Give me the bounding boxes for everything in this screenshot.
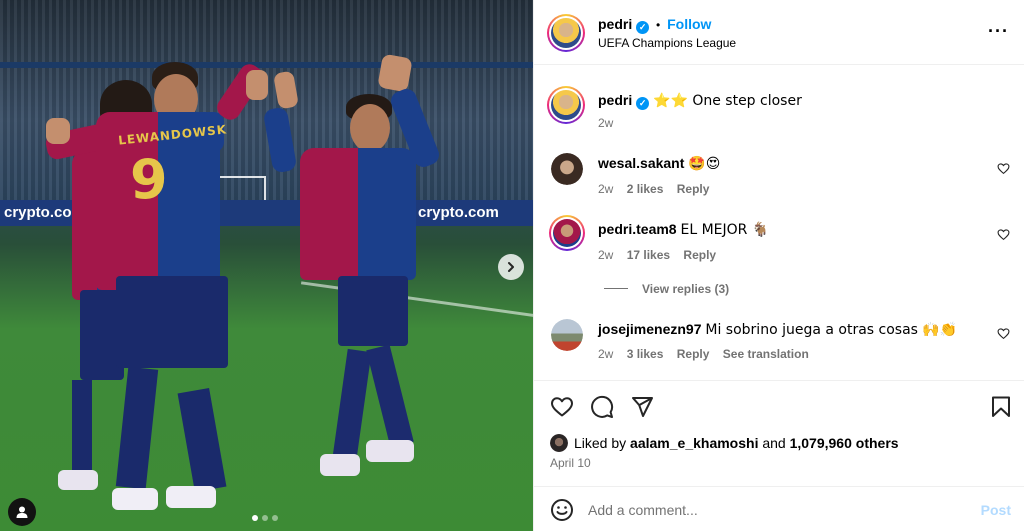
action-bar <box>534 380 1024 435</box>
verified-badge-icon: ✓ <box>636 97 650 110</box>
heart-icon[interactable] <box>550 395 574 419</box>
caption: pedri ✓ ⭐⭐ One step closer <box>598 92 802 110</box>
bookmark-icon[interactable] <box>990 395 1012 419</box>
comment-avatar[interactable] <box>549 215 585 251</box>
comment-avatar[interactable] <box>551 319 583 351</box>
comment-likes[interactable]: 2 likes <box>627 182 664 196</box>
likes-connector: and <box>762 435 786 451</box>
comment-input[interactable] <box>588 497 948 523</box>
comment-meta: 2w 2 likes Reply <box>598 182 709 196</box>
comment-avatar[interactable] <box>551 153 583 185</box>
comment-likes[interactable]: 3 likes <box>627 347 664 361</box>
comment-time: 2w <box>598 182 614 196</box>
replies-line <box>604 288 628 289</box>
comment: wesal.sakant 🤩😍 <box>598 155 720 172</box>
post-dialog: crypto.com crypto.com LEWANDOWSK 9 pedri… <box>0 0 1024 531</box>
chevron-right-icon <box>508 262 514 272</box>
comment-time: 2w <box>598 347 614 361</box>
carousel-dot <box>272 515 278 521</box>
carousel-dot <box>262 515 268 521</box>
author-avatar[interactable] <box>547 14 585 52</box>
follow-button[interactable]: Follow <box>667 16 711 32</box>
post-header: pedri ✓ • Follow UEFA Champions League ·… <box>534 0 1024 65</box>
caption-avatar[interactable] <box>547 86 585 124</box>
caption-text: ⭐⭐ One step closer <box>653 93 802 109</box>
comment-text: EL MEJOR 🐐 <box>680 222 770 238</box>
post-date: April 10 <box>550 456 591 470</box>
comment-like-icon[interactable] <box>997 327 1010 340</box>
likes-count[interactable]: 1,079,960 others <box>790 435 899 451</box>
emoji-icon[interactable] <box>550 498 574 522</box>
comment-meta: 2w 3 likes Reply See translation <box>598 347 809 361</box>
post-media[interactable]: crypto.com crypto.com LEWANDOWSK 9 <box>0 0 533 531</box>
send-icon[interactable] <box>630 395 654 419</box>
comment-like-icon[interactable] <box>997 228 1010 241</box>
comment-like-icon[interactable] <box>997 162 1010 175</box>
post-button[interactable]: Post <box>981 502 1011 518</box>
comment-username[interactable]: wesal.sakant <box>598 155 684 171</box>
likes-summary: Liked by aalam_e_khamoshi and 1,079,960 … <box>550 434 899 452</box>
comment-likes[interactable]: 17 likes <box>627 248 670 262</box>
comment: pedri.team8 EL MEJOR 🐐 <box>598 221 769 238</box>
next-media-button[interactable] <box>498 254 524 280</box>
add-comment-bar: Post <box>534 486 1024 531</box>
post-location[interactable]: UEFA Champions League <box>598 36 736 50</box>
reply-button[interactable]: Reply <box>683 248 716 262</box>
caption-time: 2w <box>598 116 614 130</box>
comment-username[interactable]: pedri.team8 <box>598 221 677 237</box>
liker-avatar[interactable] <box>550 434 568 452</box>
liker-username[interactable]: aalam_e_khamoshi <box>630 435 758 451</box>
view-replies-button[interactable]: View replies (3) <box>642 282 729 296</box>
tagged-users-button[interactable] <box>8 498 36 526</box>
comment: josejimenezn97 Mi sobrino juega a otras … <box>598 321 957 338</box>
reply-button[interactable]: Reply <box>677 347 710 361</box>
comment-text: Mi sobrino juega a otras cosas 🙌👏 <box>705 322 958 338</box>
comment-icon[interactable] <box>590 395 614 419</box>
jersey-number: 9 <box>130 148 168 211</box>
author-username[interactable]: pedri <box>598 16 632 32</box>
post-details-panel: pedri ✓ • Follow UEFA Champions League ·… <box>533 0 1024 531</box>
user-tag-icon <box>16 506 28 518</box>
header-separator: • <box>656 18 661 32</box>
ad-board-text: crypto.com <box>418 204 499 221</box>
more-options-icon[interactable]: ··· <box>988 22 1009 40</box>
comment-time: 2w <box>598 248 614 262</box>
comment-text: 🤩😍 <box>688 156 721 172</box>
verified-badge-icon: ✓ <box>636 21 650 34</box>
reply-button[interactable]: Reply <box>677 182 710 196</box>
see-translation-button[interactable]: See translation <box>723 347 809 361</box>
comment-meta: 2w 17 likes Reply <box>598 248 716 262</box>
carousel-indicator <box>252 515 278 521</box>
likes-prefix: Liked by <box>574 435 627 451</box>
comment-username[interactable]: josejimenezn97 <box>598 321 702 337</box>
carousel-dot <box>252 515 258 521</box>
caption-username[interactable]: pedri <box>598 92 632 108</box>
